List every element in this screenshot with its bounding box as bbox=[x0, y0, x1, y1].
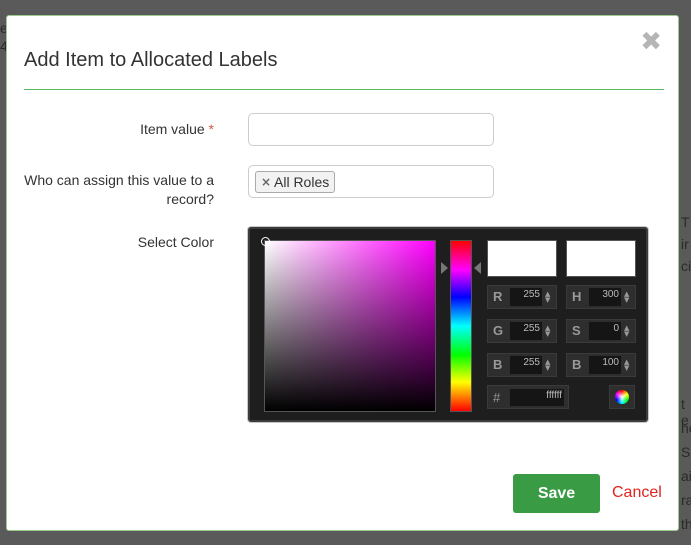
brightness-input[interactable]: 100 bbox=[589, 356, 621, 374]
green-input[interactable]: 255 bbox=[510, 322, 542, 340]
spinner-icon[interactable]: ▲ ▼ bbox=[545, 325, 550, 338]
hue-label: H bbox=[572, 289, 582, 304]
hex-field: # ffffff bbox=[487, 385, 569, 409]
hue-arrow-left-icon bbox=[441, 262, 448, 274]
green-label: G bbox=[493, 323, 504, 338]
hue-arrow-right-icon bbox=[474, 262, 481, 274]
background-text: th bbox=[681, 516, 691, 532]
blue-field: B 255 ▲ ▼ bbox=[487, 353, 557, 377]
brightness-label: B bbox=[572, 357, 582, 372]
saturation-input[interactable]: 0 bbox=[589, 322, 621, 340]
item-value-input[interactable] bbox=[248, 113, 494, 146]
color-picker: R 255 ▲ ▼ G 255 ▲ ▼ B 255 ▲ ▼ H 300 ▲ ▼ S 0 … bbox=[248, 227, 648, 422]
spinner-icon[interactable]: ▲ ▼ bbox=[545, 359, 550, 372]
color-wheel-icon bbox=[615, 390, 629, 404]
roles-multiselect[interactable]: × All Roles bbox=[248, 165, 494, 198]
red-label: R bbox=[493, 289, 503, 304]
blue-label: B bbox=[493, 357, 503, 372]
sv-cursor[interactable] bbox=[261, 237, 270, 246]
background-text: he bbox=[681, 420, 691, 436]
role-chip: × All Roles bbox=[255, 171, 336, 193]
spinner-icon[interactable]: ▲ ▼ bbox=[624, 359, 629, 372]
background-text: ci bbox=[681, 258, 691, 274]
new-color-swatch bbox=[487, 240, 557, 277]
brightness-field: B 100 ▲ ▼ bbox=[566, 353, 636, 377]
spinner-icon[interactable]: ▲ ▼ bbox=[624, 291, 629, 304]
item-value-label: Item value * bbox=[14, 120, 214, 139]
remove-chip-icon[interactable]: × bbox=[261, 172, 271, 193]
select-color-label: Select Color bbox=[137, 234, 214, 250]
add-item-modal: Add Item to Allocated Labels ✖ Item valu… bbox=[6, 15, 679, 531]
close-icon[interactable]: ✖ bbox=[640, 29, 662, 55]
spinner-icon[interactable]: ▲ ▼ bbox=[545, 291, 550, 304]
green-field: G 255 ▲ ▼ bbox=[487, 319, 557, 343]
hex-input[interactable]: ffffff bbox=[510, 389, 564, 406]
hue-field: H 300 ▲ ▼ bbox=[566, 285, 636, 309]
background-text: ai bbox=[681, 468, 691, 484]
hue-input[interactable]: 300 bbox=[589, 288, 621, 306]
save-button[interactable]: Save bbox=[513, 474, 600, 513]
modal-title: Add Item to Allocated Labels bbox=[24, 49, 278, 71]
item-value-label-text: Item value bbox=[140, 121, 205, 137]
red-input[interactable]: 255 bbox=[510, 288, 542, 306]
background-text: Si bbox=[681, 444, 691, 460]
spinner-icon[interactable]: ▲ ▼ bbox=[624, 325, 629, 338]
who-can-assign-label: Who can assign this value to a record? bbox=[24, 172, 214, 207]
saturation-label: S bbox=[572, 323, 581, 338]
hex-label: # bbox=[493, 390, 501, 405]
cancel-link[interactable]: Cancel bbox=[612, 484, 662, 502]
saturation-field: S 0 ▲ ▼ bbox=[566, 319, 636, 343]
role-chip-label: All Roles bbox=[274, 174, 330, 190]
current-color-swatch[interactable] bbox=[566, 240, 636, 277]
background-text: ir bbox=[681, 236, 689, 252]
saturation-value-area[interactable] bbox=[261, 237, 436, 412]
blue-input[interactable]: 255 bbox=[510, 356, 542, 374]
required-mark: * bbox=[208, 121, 214, 137]
hue-slider[interactable] bbox=[450, 240, 472, 412]
title-divider bbox=[24, 89, 664, 90]
color-wheel-button[interactable] bbox=[609, 385, 635, 409]
red-field: R 255 ▲ ▼ bbox=[487, 285, 557, 309]
background-text: ra bbox=[681, 492, 691, 508]
background-text: T bbox=[681, 214, 690, 230]
